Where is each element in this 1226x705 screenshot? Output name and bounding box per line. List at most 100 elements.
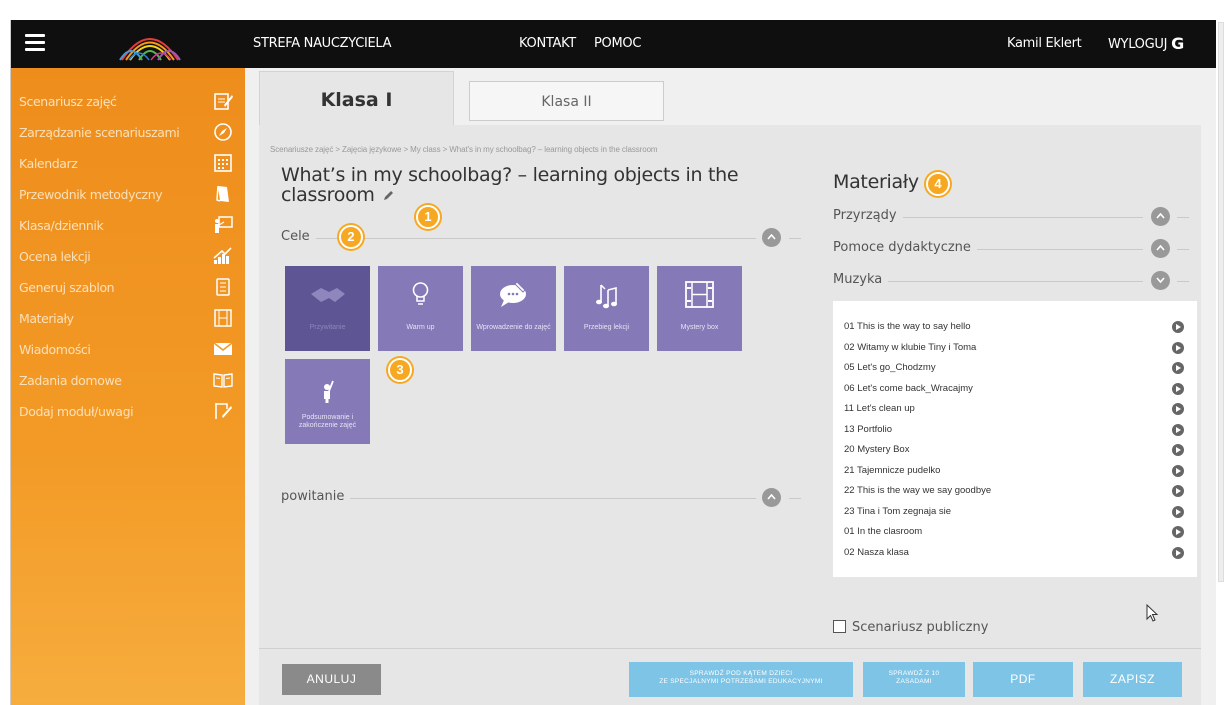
- play-icon[interactable]: [1172, 341, 1184, 354]
- track-item[interactable]: 01 In the clasroom: [844, 522, 1184, 542]
- play-icon[interactable]: [1172, 546, 1184, 559]
- tile-mystery-box[interactable]: Mystery box: [657, 266, 742, 351]
- collapse-toggle-icon[interactable]: [1151, 207, 1170, 226]
- scenario-panel: Scenariusze zajęć > Zajęcia językowe > M…: [259, 125, 1201, 705]
- pencil-icon[interactable]: [383, 189, 395, 201]
- tile-lesson-flow[interactable]: Przebieg lekcji: [564, 266, 649, 351]
- public-scenario-row[interactable]: Scenariusz publiczny: [833, 620, 988, 635]
- nav-help[interactable]: POMOC: [594, 20, 641, 68]
- play-icon[interactable]: [1172, 321, 1184, 333]
- play-icon[interactable]: [1172, 444, 1184, 456]
- track-title: 02 Nasza klasa: [844, 546, 909, 558]
- main-content: Klasa I Klasa II Scenariusze zajęć > Zaj…: [245, 68, 1216, 705]
- button-label-line-2: ZE SPECJALNYMI POTRZEBAMI EDUKACYJNYMI: [659, 678, 823, 685]
- check-special-needs-button[interactable]: SPRAWDŹ POD KĄTEM DZIECI ZE SPECJALNYMI …: [629, 662, 853, 697]
- sidebar-item-template[interactable]: Generuj szablon: [11, 272, 245, 303]
- cancel-button[interactable]: ANULUJ: [282, 664, 381, 695]
- music-track-list: 01 This is the way to say hello 02 Witam…: [833, 301, 1197, 577]
- sidebar-item-label: Klasa/dziennik: [19, 218, 104, 233]
- track-item[interactable]: 02 Witamy w klubie Tiny i Toma: [844, 338, 1184, 358]
- play-icon[interactable]: [1172, 382, 1184, 395]
- track-item[interactable]: 06 Let's come back_Wracajmy: [844, 379, 1184, 399]
- film-strip-icon: [214, 309, 232, 327]
- sidebar-item-class[interactable]: Klasa/dziennik: [11, 210, 245, 241]
- music-section-header[interactable]: Muzyka: [833, 271, 1197, 291]
- play-icon[interactable]: [1172, 423, 1184, 436]
- track-item[interactable]: 20 Mystery Box: [844, 440, 1184, 460]
- play-icon[interactable]: [1172, 362, 1184, 374]
- breadcrumb[interactable]: Scenariusze zajęć > Zajęcia językowe > M…: [270, 145, 658, 154]
- track-item[interactable]: 02 Nasza klasa: [844, 543, 1184, 563]
- divider: [1177, 281, 1189, 282]
- sidebar-item-lesson-rating[interactable]: Ocena lekcji: [11, 241, 245, 272]
- user-name[interactable]: Kamil Eklert: [1007, 20, 1082, 68]
- sidebar-item-label: Przewodnik metodyczny: [19, 187, 163, 202]
- rainbow-arches-logo[interactable]: [117, 26, 183, 67]
- scenario-title[interactable]: What’s in my schoolbag? – learning objec…: [281, 165, 751, 205]
- divider: [1177, 217, 1189, 218]
- sidebar-item-manage[interactable]: Zarządzanie scenariuszami: [11, 117, 245, 148]
- tile-greeting[interactable]: Przywitanie: [285, 266, 370, 351]
- play-icon[interactable]: [1172, 464, 1184, 477]
- track-item[interactable]: 11 Let's clean up: [844, 399, 1184, 419]
- logout-icon: G: [1171, 34, 1184, 53]
- sidebar-item-guide[interactable]: Przewodnik metodyczny: [11, 179, 245, 210]
- collapse-toggle-icon[interactable]: [762, 228, 781, 247]
- sidebar-item-scenario[interactable]: Scenariusz zajęć: [11, 86, 245, 117]
- sidebar-item-label: Zadania domowe: [19, 373, 122, 388]
- sidebar-item-materials[interactable]: Materiały: [11, 303, 245, 334]
- greeting-section-header[interactable]: powitanie: [281, 488, 801, 508]
- play-icon[interactable]: [1172, 505, 1184, 518]
- track-item[interactable]: 05 Let's go_Chodzmy: [844, 358, 1184, 378]
- step-badge-2: 2: [339, 225, 363, 249]
- window-scrollbar[interactable]: [1216, 20, 1226, 705]
- tile-introduction[interactable]: Wprowadzenie do zajęć: [471, 266, 556, 351]
- add-note-icon: [215, 403, 232, 419]
- music-notes-icon: [596, 284, 617, 309]
- track-item[interactable]: 01 This is the way to say hello: [844, 317, 1184, 337]
- divider: [1177, 249, 1189, 250]
- public-scenario-checkbox[interactable]: [833, 620, 846, 633]
- track-item[interactable]: 22 This is the way we say goodbye: [844, 481, 1184, 501]
- scrollbar-thumb[interactable]: [1218, 22, 1224, 582]
- instruments-section-header[interactable]: Przyrządy: [833, 207, 1197, 227]
- logout-link[interactable]: WYLOGUJ G: [1108, 20, 1184, 68]
- sidebar-item-messages[interactable]: Wiadomości: [11, 334, 245, 365]
- divider: [281, 498, 756, 499]
- tile-label: Mystery box: [680, 324, 719, 331]
- expand-toggle-icon[interactable]: [1151, 271, 1170, 290]
- tab-klasa-1[interactable]: Klasa I: [259, 71, 454, 127]
- sidebar-item-add-module[interactable]: Dodaj moduł/uwagi: [11, 396, 245, 427]
- check-10-rules-button[interactable]: SPRAWDŹ Z 10 ZASADAMI: [863, 662, 965, 697]
- collapse-toggle-icon[interactable]: [762, 488, 781, 507]
- track-title: 20 Mystery Box: [844, 444, 910, 455]
- nav-contact[interactable]: KONTAKT: [519, 20, 576, 68]
- sidebar-item-calendar[interactable]: Kalendarz: [11, 148, 245, 179]
- play-icon[interactable]: [1172, 526, 1184, 538]
- play-icon[interactable]: [1172, 403, 1184, 415]
- sidebar-item-label: Wiadomości: [19, 342, 91, 357]
- nav-teacher-zone[interactable]: STREFA NAUCZYCIELA: [253, 20, 392, 68]
- pdf-button[interactable]: PDF: [973, 662, 1073, 697]
- collapse-toggle-icon[interactable]: [1151, 239, 1170, 258]
- app-window: STREFA NAUCZYCIELA KONTAKT POMOC Kamil E…: [10, 20, 1216, 705]
- scenario-title-text: What’s in my schoolbag? – learning objec…: [281, 164, 739, 206]
- tab-klasa-2[interactable]: Klasa II: [469, 81, 664, 121]
- track-item[interactable]: 23 Tina i Tom zegnaja sie: [844, 502, 1184, 522]
- greeting-label: powitanie: [281, 489, 351, 504]
- step-badge-3: 3: [388, 358, 412, 382]
- teaching-aids-label: Pomoce dydaktyczne: [833, 240, 977, 255]
- track-title: 02 Witamy w klubie Tiny i Toma: [844, 341, 977, 353]
- tile-summary[interactable]: Podsumowanie i zakończenie zajęć: [285, 359, 370, 444]
- teaching-aids-section-header[interactable]: Pomoce dydaktyczne: [833, 239, 1197, 259]
- hamburger-menu-icon[interactable]: [25, 34, 45, 52]
- save-button[interactable]: ZAPISZ: [1083, 662, 1182, 697]
- track-title: 06 Let's come back_Wracajmy: [844, 382, 973, 394]
- divider: [789, 498, 801, 499]
- tile-warm-up[interactable]: Warm up: [378, 266, 463, 351]
- sidebar-item-homework[interactable]: Zadania domowe: [11, 365, 245, 396]
- step-badge-4: 4: [926, 172, 950, 196]
- play-icon[interactable]: [1172, 485, 1184, 497]
- track-item[interactable]: 21 Tajemnicze pudelko: [844, 461, 1184, 481]
- track-item[interactable]: 13 Portfolio: [844, 420, 1184, 440]
